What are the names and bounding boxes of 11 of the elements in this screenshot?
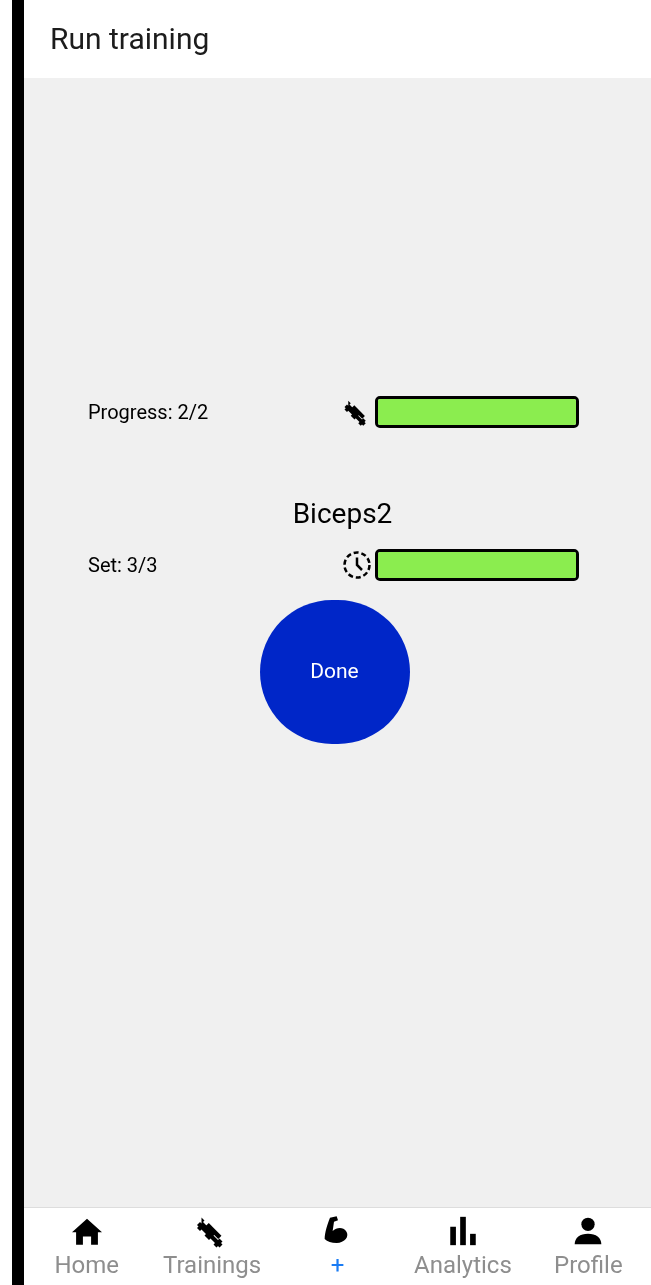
tab-item[interactable]: Trainings xyxy=(149,1212,275,1285)
tab-item[interactable]: Profile xyxy=(525,1212,651,1285)
progress-label: Progress: 2/2 xyxy=(87,399,210,426)
tab-item[interactable]: Analytics xyxy=(400,1212,526,1285)
done-button[interactable]: Done xyxy=(259,600,410,744)
set-label: Set: 3/3 xyxy=(87,552,159,579)
timer-icon xyxy=(342,550,372,580)
exercise-name: Biceps2 xyxy=(292,500,393,528)
page-title: Run training xyxy=(50,24,210,54)
tab-item[interactable]: Home xyxy=(24,1212,150,1285)
tab-item[interactable]: + xyxy=(274,1212,401,1285)
